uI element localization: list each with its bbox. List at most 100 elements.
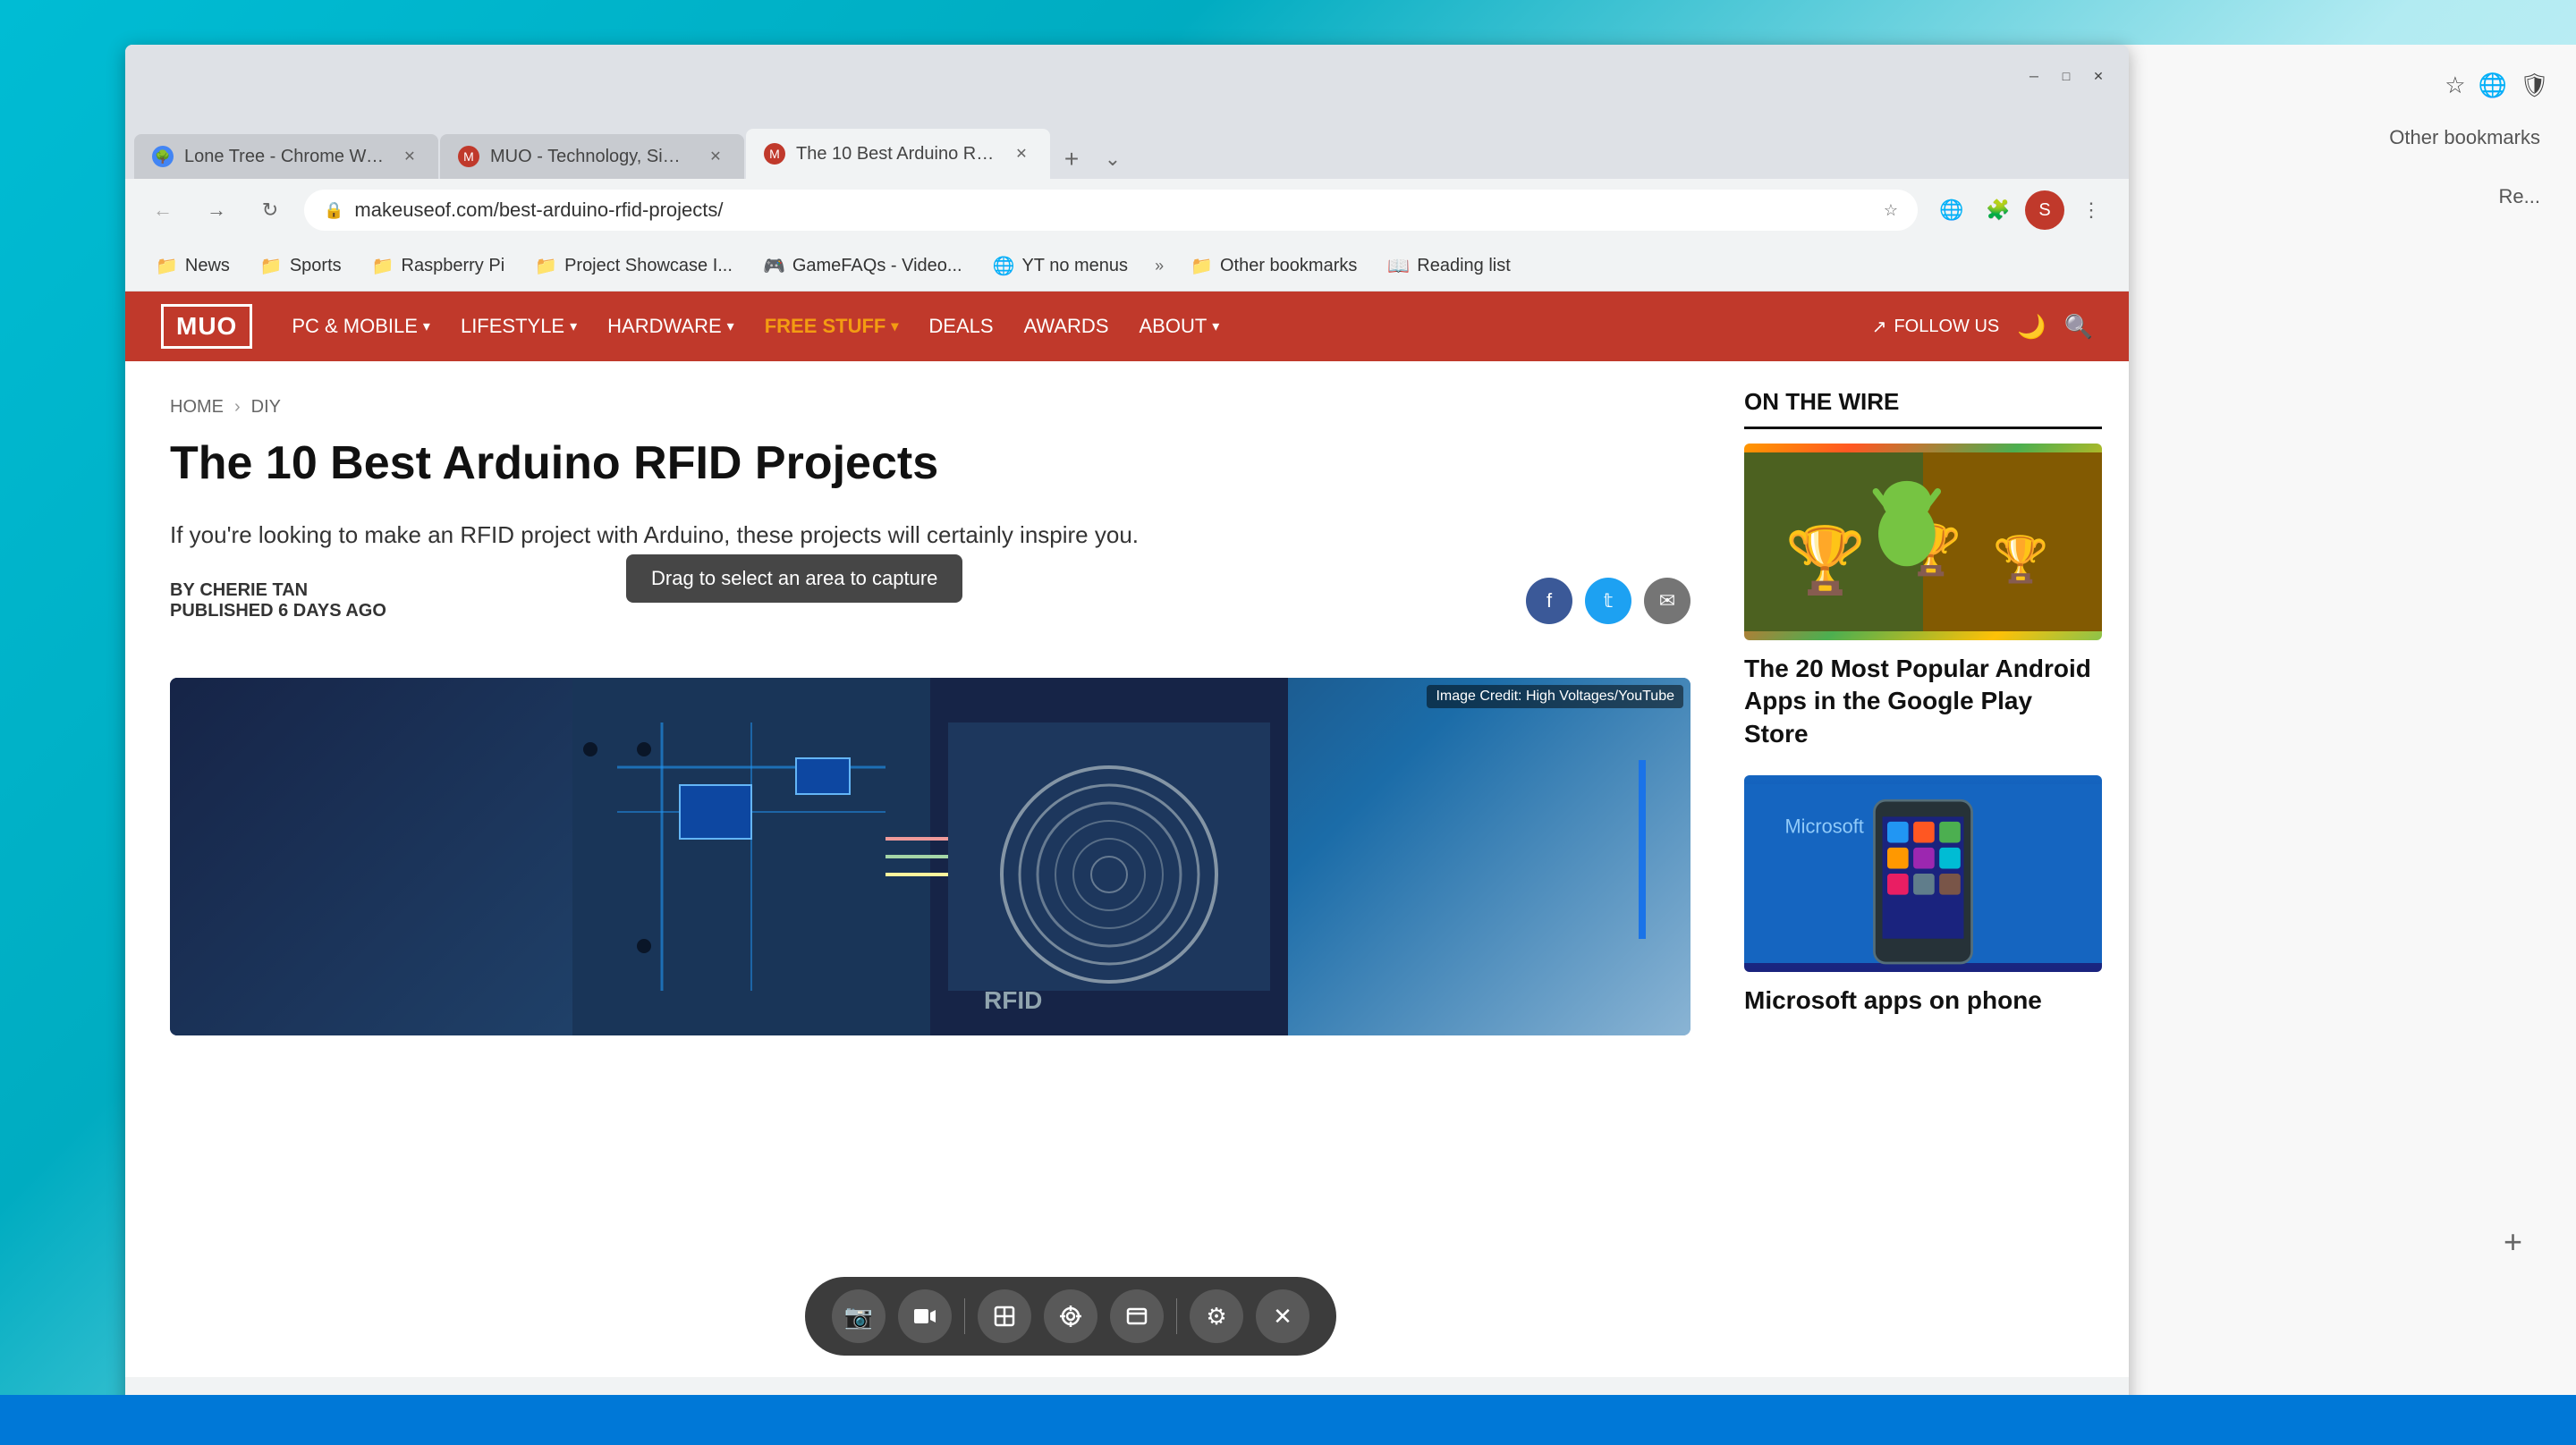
plus-icon[interactable]: +	[2504, 1223, 2522, 1261]
reading-list-label: Re...	[2112, 167, 2558, 226]
share-icon: ↗	[1872, 316, 1887, 338]
url-text[interactable]: makeuseof.com/best-arduino-rfid-projects…	[354, 199, 1872, 222]
translate-icon[interactable]: 🌐	[1932, 190, 1971, 230]
bookmark-other[interactable]: 📁 Other bookmarks	[1178, 249, 1369, 283]
drag-tooltip: Drag to select an area to capture	[626, 554, 962, 603]
tab1-title: Lone Tree - Chrome Web Store	[184, 147, 388, 167]
follow-us-button[interactable]: ↗ FOLLOW US	[1872, 316, 2000, 338]
profile-icon[interactable]: S	[2025, 190, 2064, 230]
on-the-wire-title: ON THE WIRE	[1744, 388, 2102, 429]
chevron-down-icon: ▾	[891, 317, 898, 335]
article-main: HOME › DIY The 10 Best Arduino RFID Proj…	[125, 361, 1735, 1377]
bookmark-other-label: Other bookmarks	[1220, 256, 1357, 276]
phone-image[interactable]: Microsoft	[1744, 775, 2102, 972]
social-share: f 𝕥 ✉	[1526, 578, 1690, 624]
facebook-share-button[interactable]: f	[1526, 578, 1572, 624]
nav-pc-mobile[interactable]: PC & MOBILE ▾	[279, 308, 443, 345]
bookmark-yt-icon: 🌐	[993, 255, 1015, 277]
extension-icon[interactable]: 🧩	[1979, 190, 2018, 230]
bookmark-sports[interactable]: 📁 Sports	[248, 249, 354, 283]
nav-lifestyle[interactable]: LIFESTYLE ▾	[448, 308, 589, 345]
muo-nav-items: PC & MOBILE ▾ LIFESTYLE ▾ HARDWARE ▾ FRE…	[279, 308, 1844, 345]
screenshot-video-button[interactable]	[898, 1289, 952, 1343]
nav-free-stuff[interactable]: FREE STUFF ▾	[752, 308, 911, 345]
published-date: PUBLISHED 6 DAYS AGO	[170, 601, 386, 621]
address-bar[interactable]: 🔒 makeuseof.com/best-arduino-rfid-projec…	[304, 190, 1918, 231]
bookmarks-label: Other bookmarks	[2112, 108, 2558, 167]
bookmark-yt[interactable]: 🌐 YT no menus	[980, 249, 1141, 283]
close-button[interactable]: ✕	[2086, 63, 2111, 89]
wire-item-1: 🏆 🏆 🏆 The 20 Most Popular Andr	[1744, 444, 2102, 750]
toolbar-separator	[964, 1298, 965, 1334]
dark-mode-button[interactable]: 🌙	[2017, 313, 2046, 341]
navigation-bar: ← → ↻ 🔒 makeuseof.com/best-arduino-rfid-…	[125, 179, 2129, 241]
bookmark-raspberry-label: Raspberry Pi	[402, 256, 505, 276]
bookmark-news-label: News	[185, 256, 230, 276]
nav-deals[interactable]: DEALS	[916, 308, 1005, 345]
screenshot-camera-button[interactable]: 📷	[832, 1289, 886, 1343]
tab3-favicon: M	[764, 143, 785, 165]
tab2-close-button[interactable]: ✕	[705, 146, 726, 167]
screenshot-fullscreen-button[interactable]	[978, 1289, 1031, 1343]
chevron-down-icon: ▾	[423, 317, 430, 335]
new-tab-button[interactable]: +	[1052, 139, 1091, 179]
bookmark-raspberry[interactable]: 📁 Raspberry Pi	[360, 249, 518, 283]
maximize-button[interactable]: □	[2054, 63, 2079, 89]
taskbar	[0, 1395, 2576, 1445]
tab-overflow-button[interactable]: ⌄	[1093, 139, 1132, 179]
email-share-button[interactable]: ✉	[1644, 578, 1690, 624]
chevron-down-icon: ▾	[1212, 317, 1219, 335]
reload-button[interactable]: ↻	[250, 190, 290, 230]
star-bookmark-icon[interactable]: ☆	[1884, 201, 1898, 220]
tab-2[interactable]: M MUO - Technology, Simplified... ✕	[440, 134, 744, 179]
tab2-title: MUO - Technology, Simplified...	[490, 147, 694, 167]
muo-nav: MUO PC & MOBILE ▾ LIFESTYLE ▾ HARDWARE ▾…	[125, 292, 2129, 361]
bookmark-gamefaqs-icon: 🎮	[763, 255, 785, 277]
article-sidebar: ON THE WIRE 🏆	[1735, 361, 2129, 1377]
bookmark-gamefaqs[interactable]: 🎮 GameFAQs - Video...	[750, 249, 975, 283]
article-image: RFID Image Credit: High Voltages/YouTube	[170, 678, 1690, 1035]
author-name[interactable]: CHERIE TAN	[199, 580, 308, 600]
breadcrumb-home[interactable]: HOME	[170, 397, 224, 418]
bookmark-showcase[interactable]: 📁 Project Showcase I...	[522, 249, 745, 283]
tab-1[interactable]: 🌳 Lone Tree - Chrome Web Store ✕	[134, 134, 438, 179]
translate-icon[interactable]: 🌐	[2479, 72, 2507, 99]
breadcrumb-category[interactable]: DIY	[251, 397, 281, 418]
article-description: If you're looking to make an RFID projec…	[170, 518, 1690, 553]
android-apps-image[interactable]: 🏆 🏆 🏆	[1744, 444, 2102, 640]
back-button[interactable]: ←	[143, 190, 182, 230]
minimize-button[interactable]: ─	[2021, 63, 2046, 89]
shield-icon[interactable]: 🛡	[2520, 72, 2549, 99]
screenshot-target-button[interactable]	[1044, 1289, 1097, 1343]
bookmark-reading-label: Reading list	[1417, 256, 1511, 276]
bookmark-news[interactable]: 📁 News	[143, 249, 242, 283]
nav-about[interactable]: ABOUT ▾	[1127, 308, 1233, 345]
bookmark-sports-label: Sports	[290, 256, 342, 276]
bookmarks-more-button[interactable]: »	[1146, 251, 1173, 281]
screenshot-settings-button[interactable]: ⚙	[1190, 1289, 1243, 1343]
screenshot-close-button[interactable]: ✕	[1256, 1289, 1309, 1343]
tab1-close-button[interactable]: ✕	[399, 146, 420, 167]
bookmark-showcase-icon: 📁	[535, 255, 557, 277]
muo-logo[interactable]: MUO	[161, 304, 252, 349]
svg-text:🏆: 🏆	[1993, 533, 2048, 584]
star-icon[interactable]: ☆	[2445, 72, 2465, 99]
nav-hardware[interactable]: HARDWARE ▾	[595, 308, 747, 345]
wire-item-1-title[interactable]: The 20 Most Popular Android Apps in the …	[1744, 653, 2102, 750]
wire-item-2-title[interactable]: Microsoft apps on phone	[1744, 984, 2102, 1017]
forward-button[interactable]: →	[197, 190, 236, 230]
bookmark-raspberry-icon: 📁	[372, 255, 394, 277]
tab-3[interactable]: M The 10 Best Arduino RFID Proj... ✕	[746, 129, 1050, 179]
tab3-close-button[interactable]: ✕	[1011, 143, 1032, 165]
screenshot-window-button[interactable]	[1110, 1289, 1164, 1343]
bookmark-news-icon: 📁	[156, 255, 178, 277]
twitter-share-button[interactable]: 𝕥	[1585, 578, 1631, 624]
bookmark-reading-list[interactable]: 📖 Reading list	[1375, 249, 1522, 283]
search-button[interactable]: 🔍	[2064, 313, 2093, 341]
author-label: BY	[170, 580, 195, 600]
breadcrumb-separator: ›	[234, 397, 241, 418]
rfid-circuit-image: RFID	[170, 678, 1690, 1035]
settings-icon[interactable]: ⋮	[2072, 190, 2111, 230]
nav-awards[interactable]: AWARDS	[1012, 308, 1122, 345]
title-bar: ─ □ ✕	[125, 45, 2129, 107]
